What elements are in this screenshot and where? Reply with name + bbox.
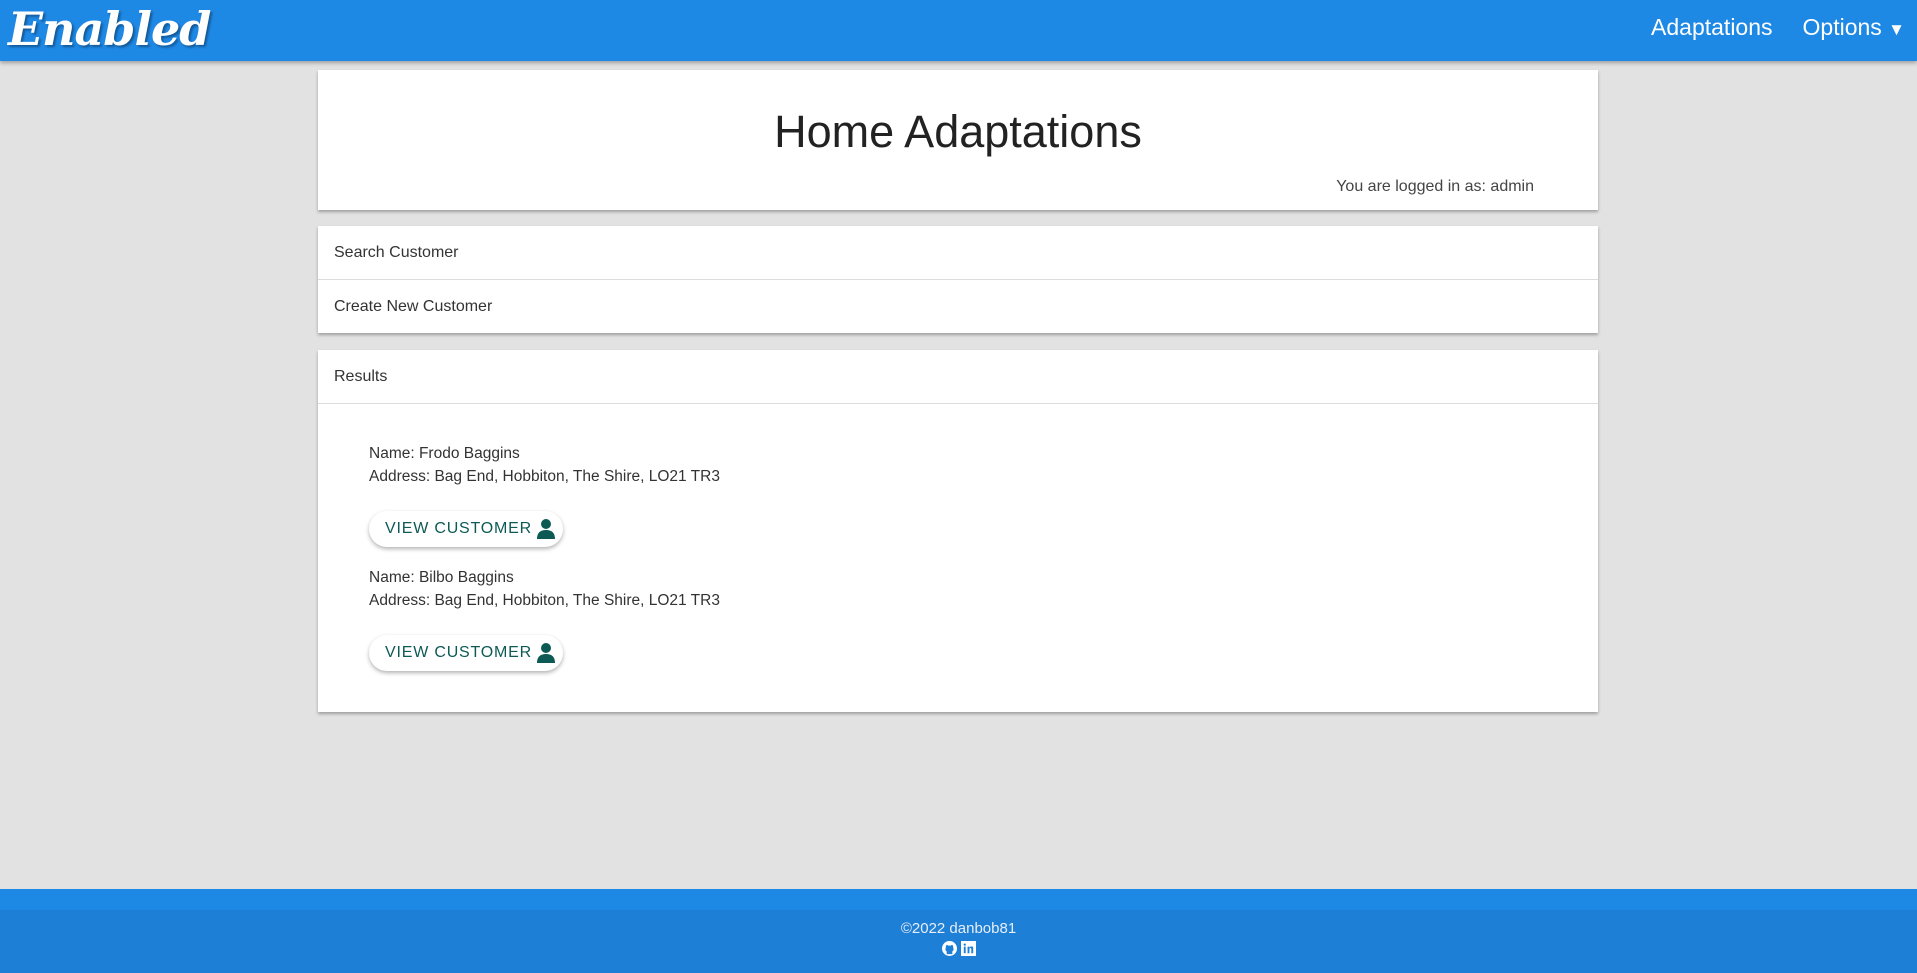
customer-name: Name: Bilbo Baggins	[369, 569, 514, 586]
customer-name: Name: Frodo Baggins	[369, 445, 520, 462]
options-label: Options	[1802, 14, 1882, 40]
button-label: VIEW CUSTOMER	[385, 644, 533, 661]
search-customer-item[interactable]: Search Customer	[318, 226, 1598, 280]
nav-adaptations-link[interactable]: Adaptations	[1651, 14, 1772, 41]
view-customer-button[interactable]: VIEW CUSTOMER	[369, 635, 563, 671]
page-title: Home Adaptations	[774, 106, 1142, 157]
results-card: Results Name: Frodo Baggins Address: Bag…	[318, 350, 1598, 712]
linkedin-icon[interactable]	[960, 941, 976, 956]
logo[interactable]: Enabled	[8, 2, 211, 56]
footer: ©2022 danbob81	[0, 889, 1917, 973]
button-label: VIEW CUSTOMER	[385, 520, 533, 537]
actions-collapsible: Search Customer Create New Customer	[318, 226, 1598, 333]
create-customer-item[interactable]: Create New Customer	[318, 280, 1598, 334]
customer-entry: Name: Frodo Baggins Address: Bag End, Ho…	[369, 442, 720, 488]
caret-down-icon: ▼	[1888, 20, 1905, 39]
copyright: ©2022 danbob81	[900, 920, 1017, 937]
customer-address: Address: Bag End, Hobbiton, The Shire, L…	[369, 468, 720, 485]
nav-options-dropdown[interactable]: Options ▼	[1803, 14, 1905, 41]
view-customer-button[interactable]: VIEW CUSTOMER	[369, 511, 563, 547]
customer-address: Address: Bag End, Hobbiton, The Shire, L…	[369, 592, 720, 609]
github-icon[interactable]	[941, 941, 957, 956]
user-icon	[537, 519, 556, 539]
results-heading[interactable]: Results	[318, 350, 1598, 404]
navbar: Enabled Adaptations Options ▼	[0, 0, 1917, 61]
user-icon	[537, 643, 556, 663]
logged-in-status: You are logged in as: admin	[1336, 178, 1534, 195]
header-card: Home Adaptations You are logged in as: a…	[318, 70, 1598, 210]
customer-entry: Name: Bilbo Baggins Address: Bag End, Ho…	[369, 566, 720, 612]
